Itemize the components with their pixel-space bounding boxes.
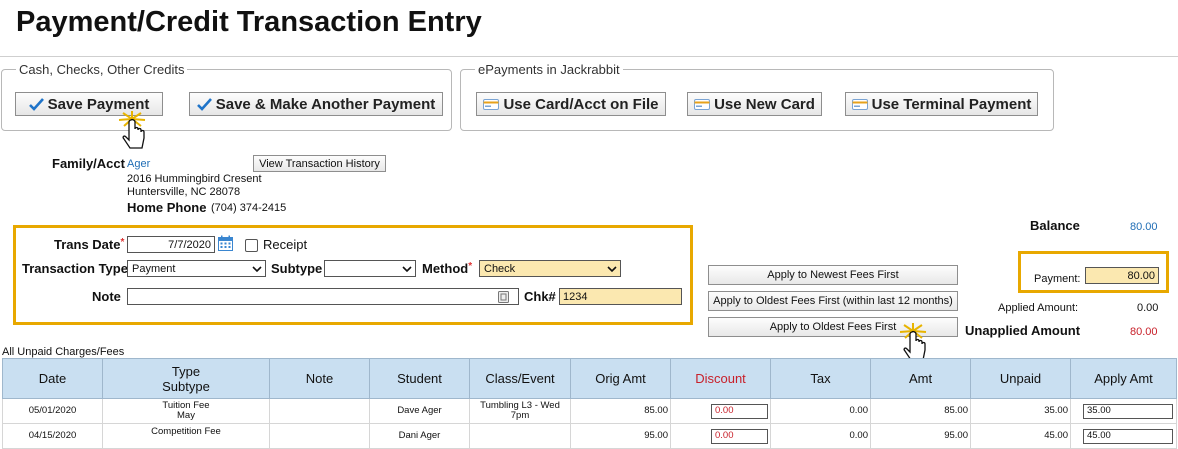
row-note: [269, 423, 370, 449]
table-row: 05/01/2020 Tuition Fee May Dave Ager Tumb…: [2, 398, 1177, 424]
row-orig-amt: 85.00: [570, 398, 671, 424]
row-note: [269, 398, 370, 424]
method-value: Check: [484, 262, 516, 275]
payment-label: Payment:: [1034, 273, 1081, 285]
transaction-type-label: Transaction Type: [22, 261, 128, 276]
col-date[interactable]: Date: [2, 358, 103, 399]
receipt-checkbox[interactable]: [245, 239, 258, 252]
checkmark-icon: [196, 97, 212, 111]
row-student: Dave Ager: [369, 398, 470, 424]
row-apply-amt: 35.00: [1070, 398, 1177, 424]
credit-card-icon: [483, 98, 500, 110]
chevron-down-icon: [252, 264, 262, 276]
chevron-down-icon: [402, 264, 412, 276]
col-amt[interactable]: Amt: [870, 358, 971, 399]
row-tax: 0.00: [770, 423, 871, 449]
address-line-2: Huntersville, NC 28078: [127, 186, 241, 198]
subtype-select[interactable]: [324, 260, 416, 277]
unpaid-charges-caption: All Unpaid Charges/Fees: [2, 346, 125, 358]
discount-input[interactable]: 0.00: [711, 403, 768, 419]
save-and-make-another-button[interactable]: Save & Make Another Payment: [189, 92, 443, 116]
discount-input[interactable]: 0.00: [711, 428, 768, 444]
col-discount[interactable]: Discount: [670, 358, 771, 399]
row-amt: 95.00: [870, 423, 971, 449]
row-amt: 85.00: [870, 398, 971, 424]
credit-card-icon: [694, 98, 711, 110]
family-name-link[interactable]: Ager: [127, 158, 150, 170]
unapplied-amount-label: Unapplied Amount: [965, 323, 1081, 338]
balance-label: Balance: [1030, 218, 1080, 233]
home-phone-value: (704) 374-2415: [211, 202, 287, 214]
row-discount: 0.00: [670, 398, 771, 424]
row-class: Tumbling L3 - Wed 7pm: [469, 398, 571, 424]
row-student: Dani Ager: [369, 423, 470, 449]
apply-amount-input[interactable]: 45.00: [1083, 428, 1173, 444]
page-title: Payment/Credit Transaction Entry: [16, 6, 482, 38]
unpaid-charges-table: Date Type Subtype Note Student Class/Even…: [2, 358, 1177, 449]
applied-amount-value: 0.00: [1137, 302, 1159, 314]
use-card-on-file-label: Use Card/Acct on File: [503, 95, 659, 113]
trans-date-input[interactable]: 7/7/2020: [127, 236, 215, 253]
col-type-subtype[interactable]: Type Subtype: [102, 358, 270, 399]
use-new-card-label: Use New Card: [714, 95, 815, 113]
payment-input[interactable]: 80.00: [1085, 267, 1159, 284]
use-card-on-file-button[interactable]: Use Card/Acct on File: [476, 92, 666, 116]
view-transaction-history-button[interactable]: View Transaction History: [253, 155, 386, 172]
col-apply-amt[interactable]: Apply Amt: [1070, 358, 1177, 399]
row-date: 04/15/2020: [2, 423, 103, 449]
checkmark-icon: [28, 97, 44, 111]
cash-group-legend: Cash, Checks, Other Credits: [19, 62, 185, 77]
row-unpaid: 35.00: [970, 398, 1071, 424]
method-select[interactable]: Check: [479, 260, 621, 277]
row-tax: 0.00: [770, 398, 871, 424]
balance-value: 80.00: [1130, 221, 1158, 233]
col-note[interactable]: Note: [269, 358, 370, 399]
apply-oldest-12-months-button[interactable]: Apply to Oldest Fees First (within last …: [708, 291, 958, 311]
chevron-down-icon: [607, 264, 617, 276]
row-class: [469, 423, 571, 449]
transaction-type-select[interactable]: Payment: [127, 260, 266, 277]
unapplied-amount-value: 80.00: [1130, 326, 1158, 338]
col-tax[interactable]: Tax: [770, 358, 871, 399]
col-unpaid[interactable]: Unpaid: [970, 358, 1071, 399]
table-header-row: Date Type Subtype Note Student Class/Even…: [2, 358, 1177, 399]
address-line-1: 2016 Hummingbird Cresent: [127, 173, 262, 185]
use-new-card-button[interactable]: Use New Card: [687, 92, 822, 116]
calendar-icon[interactable]: [218, 235, 233, 256]
note-label: Note: [92, 289, 121, 304]
row-orig-amt: 95.00: [570, 423, 671, 449]
method-label: Method*: [422, 261, 473, 276]
check-number-input[interactable]: 1234: [559, 288, 682, 305]
family-label: Family/Acct: [52, 156, 125, 171]
note-expand-icon[interactable]: [498, 290, 509, 308]
title-divider: [0, 56, 1178, 57]
credit-card-icon: [851, 98, 868, 110]
use-terminal-label: Use Terminal Payment: [871, 95, 1032, 113]
save-another-label: Save & Make Another Payment: [215, 95, 436, 113]
hand-pointer-icon: [116, 110, 154, 159]
apply-newest-fees-button[interactable]: Apply to Newest Fees First: [708, 265, 958, 285]
table-row: 04/15/2020 Competition Fee Dani Ager 95.…: [2, 423, 1177, 449]
col-student[interactable]: Student: [369, 358, 470, 399]
row-type-subtype: Competition Fee: [102, 423, 270, 449]
row-type-subtype: Tuition Fee May: [102, 398, 270, 424]
transaction-type-value: Payment: [132, 262, 176, 275]
note-input[interactable]: [127, 288, 519, 305]
applied-amount-label: Applied Amount:: [998, 302, 1079, 314]
apply-amount-input[interactable]: 35.00: [1083, 403, 1173, 419]
row-date: 05/01/2020: [2, 398, 103, 424]
epay-group-legend: ePayments in Jackrabbit: [478, 62, 620, 77]
row-apply-amt: 45.00: [1070, 423, 1177, 449]
home-phone-label: Home Phone: [127, 200, 207, 215]
col-class-event[interactable]: Class/Event: [469, 358, 571, 399]
subtype-label: Subtype: [271, 261, 323, 276]
row-unpaid: 45.00: [970, 423, 1071, 449]
receipt-label: Receipt: [263, 237, 308, 252]
chk-label: Chk#: [524, 289, 556, 304]
col-orig-amt[interactable]: Orig Amt: [570, 358, 671, 399]
trans-date-label: Trans Date*: [54, 237, 125, 252]
row-discount: 0.00: [670, 423, 771, 449]
use-terminal-payment-button[interactable]: Use Terminal Payment: [845, 92, 1038, 116]
